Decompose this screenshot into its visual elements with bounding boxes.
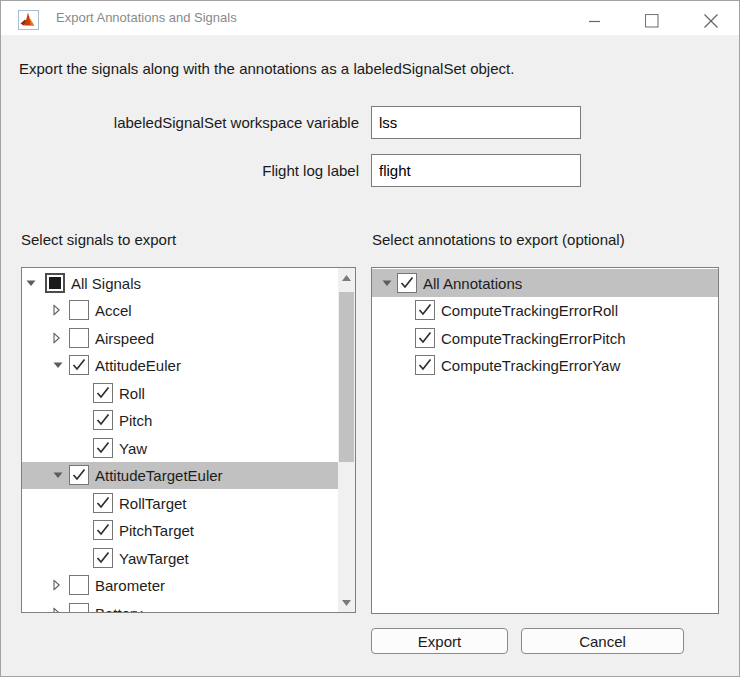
checkbox-roll[interactable] <box>93 383 113 403</box>
checkbox-attitudeeuler[interactable] <box>69 355 89 375</box>
signals-section-label: Select signals to export <box>21 231 176 248</box>
checkbox-computetrackingerrorpitch[interactable] <box>415 328 435 348</box>
tree-item-all-annotations[interactable]: All Annotations <box>372 269 718 297</box>
tree-item-rolltarget[interactable]: RollTarget <box>22 489 338 517</box>
dialog-description: Export the signals along with the annota… <box>19 60 514 77</box>
collapse-arrow-icon[interactable] <box>53 472 63 479</box>
collapse-arrow-icon[interactable] <box>382 279 392 286</box>
expand-arrow-icon[interactable] <box>53 332 60 343</box>
checkbox-pitch[interactable] <box>93 410 113 430</box>
tree-item-label: Roll <box>119 384 145 401</box>
tree-item-battery[interactable]: Battery <box>22 599 338 613</box>
tree-item-label: PitchTarget <box>119 522 194 539</box>
checkbox-pitchtarget[interactable] <box>93 520 113 540</box>
checkbox-rolltarget[interactable] <box>93 493 113 513</box>
flight-log-label: Flight log label <box>1 162 359 179</box>
checkbox-yawtarget[interactable] <box>93 548 113 568</box>
tree-item-label: Battery <box>95 604 143 613</box>
tree-item-label: AttitudeTargetEuler <box>95 467 223 484</box>
tree-item-label: Pitch <box>119 412 152 429</box>
checkbox-all-signals[interactable] <box>45 273 65 293</box>
collapse-arrow-icon[interactable] <box>53 362 63 369</box>
tree-item-label: All Signals <box>71 274 141 291</box>
tree-item-barometer[interactable]: Barometer <box>22 572 338 600</box>
tree-item-pitch[interactable]: Pitch <box>22 407 338 435</box>
workspace-variable-input[interactable] <box>371 106 581 139</box>
tree-item-yaw[interactable]: Yaw <box>22 434 338 462</box>
checkbox-battery[interactable] <box>69 603 89 613</box>
tree-item-computetrackingerrorroll[interactable]: ComputeTrackingErrorRoll <box>372 297 718 325</box>
tree-item-label: Yaw <box>119 439 147 456</box>
tree-item-label: All Annotations <box>423 274 522 291</box>
tree-item-label: Accel <box>95 302 132 319</box>
tree-item-computetrackingerrorpitch[interactable]: ComputeTrackingErrorPitch <box>372 324 718 352</box>
collapse-arrow-icon[interactable] <box>26 279 36 286</box>
checkbox-yaw[interactable] <box>93 438 113 458</box>
tree-item-label: YawTarget <box>119 549 189 566</box>
tree-item-attitudeeuler[interactable]: AttitudeEuler <box>22 352 338 380</box>
tree-item-pitchtarget[interactable]: PitchTarget <box>22 517 338 545</box>
annotations-tree-panel: All Annotations ComputeTrackingErrorRoll C… <box>371 267 719 614</box>
workspace-variable-label: labeledSignalSet workspace variable <box>1 114 359 131</box>
tree-item-all-signals[interactable]: All Signals <box>22 269 338 297</box>
tree-item-accel[interactable]: Accel <box>22 297 338 325</box>
tree-item-attitudetargeteuler[interactable]: AttitudeTargetEuler <box>22 462 338 490</box>
export-button[interactable]: Export <box>371 628 508 654</box>
checkbox-accel[interactable] <box>69 300 89 320</box>
cancel-button[interactable]: Cancel <box>521 628 684 654</box>
tree-item-computetrackingerroryaw[interactable]: ComputeTrackingErrorYaw <box>372 352 718 380</box>
expand-arrow-icon[interactable] <box>53 607 60 613</box>
close-button[interactable] <box>696 4 726 38</box>
checkbox-computetrackingerroryaw[interactable] <box>415 355 435 375</box>
flight-log-input[interactable] <box>371 154 581 187</box>
minimize-button[interactable] <box>580 4 610 38</box>
tree-item-label: ComputeTrackingErrorRoll <box>441 302 618 319</box>
expand-arrow-icon[interactable] <box>53 580 60 591</box>
tree-item-label: AttitudeEuler <box>95 357 181 374</box>
scroll-up-button[interactable] <box>338 269 355 286</box>
checkbox-barometer[interactable] <box>69 575 89 595</box>
checkbox-computetrackingerrorroll[interactable] <box>415 300 435 320</box>
tree-item-label: Airspeed <box>95 329 154 346</box>
export-dialog-window: Export Annotations and Signals Export th… <box>0 0 740 677</box>
window-title: Export Annotations and Signals <box>56 1 237 35</box>
tree-item-label: ComputeTrackingErrorPitch <box>441 329 626 346</box>
tree-item-yawtarget[interactable]: YawTarget <box>22 544 338 572</box>
scroll-down-button[interactable] <box>338 594 355 611</box>
vertical-scrollbar[interactable] <box>338 268 355 612</box>
checkbox-airspeed[interactable] <box>69 328 89 348</box>
tree-item-label: ComputeTrackingErrorYaw <box>441 357 620 374</box>
signals-tree-panel: All Signals Accel Airspeed AttitudeEuler Rol… <box>21 267 356 613</box>
checkbox-all-annotations[interactable] <box>397 273 417 293</box>
tree-item-airspeed[interactable]: Airspeed <box>22 324 338 352</box>
checkbox-attitudetargeteuler[interactable] <box>69 465 89 485</box>
maximize-button[interactable] <box>637 4 667 38</box>
annotations-section-label: Select annotations to export (optional) <box>372 231 625 248</box>
tree-item-label: RollTarget <box>119 494 187 511</box>
title-bar: Export Annotations and Signals <box>1 1 739 35</box>
expand-arrow-icon[interactable] <box>53 305 60 316</box>
scrollbar-thumb[interactable] <box>339 292 354 462</box>
tree-item-roll[interactable]: Roll <box>22 379 338 407</box>
matlab-icon <box>18 10 39 30</box>
tree-item-label: Barometer <box>95 577 165 594</box>
